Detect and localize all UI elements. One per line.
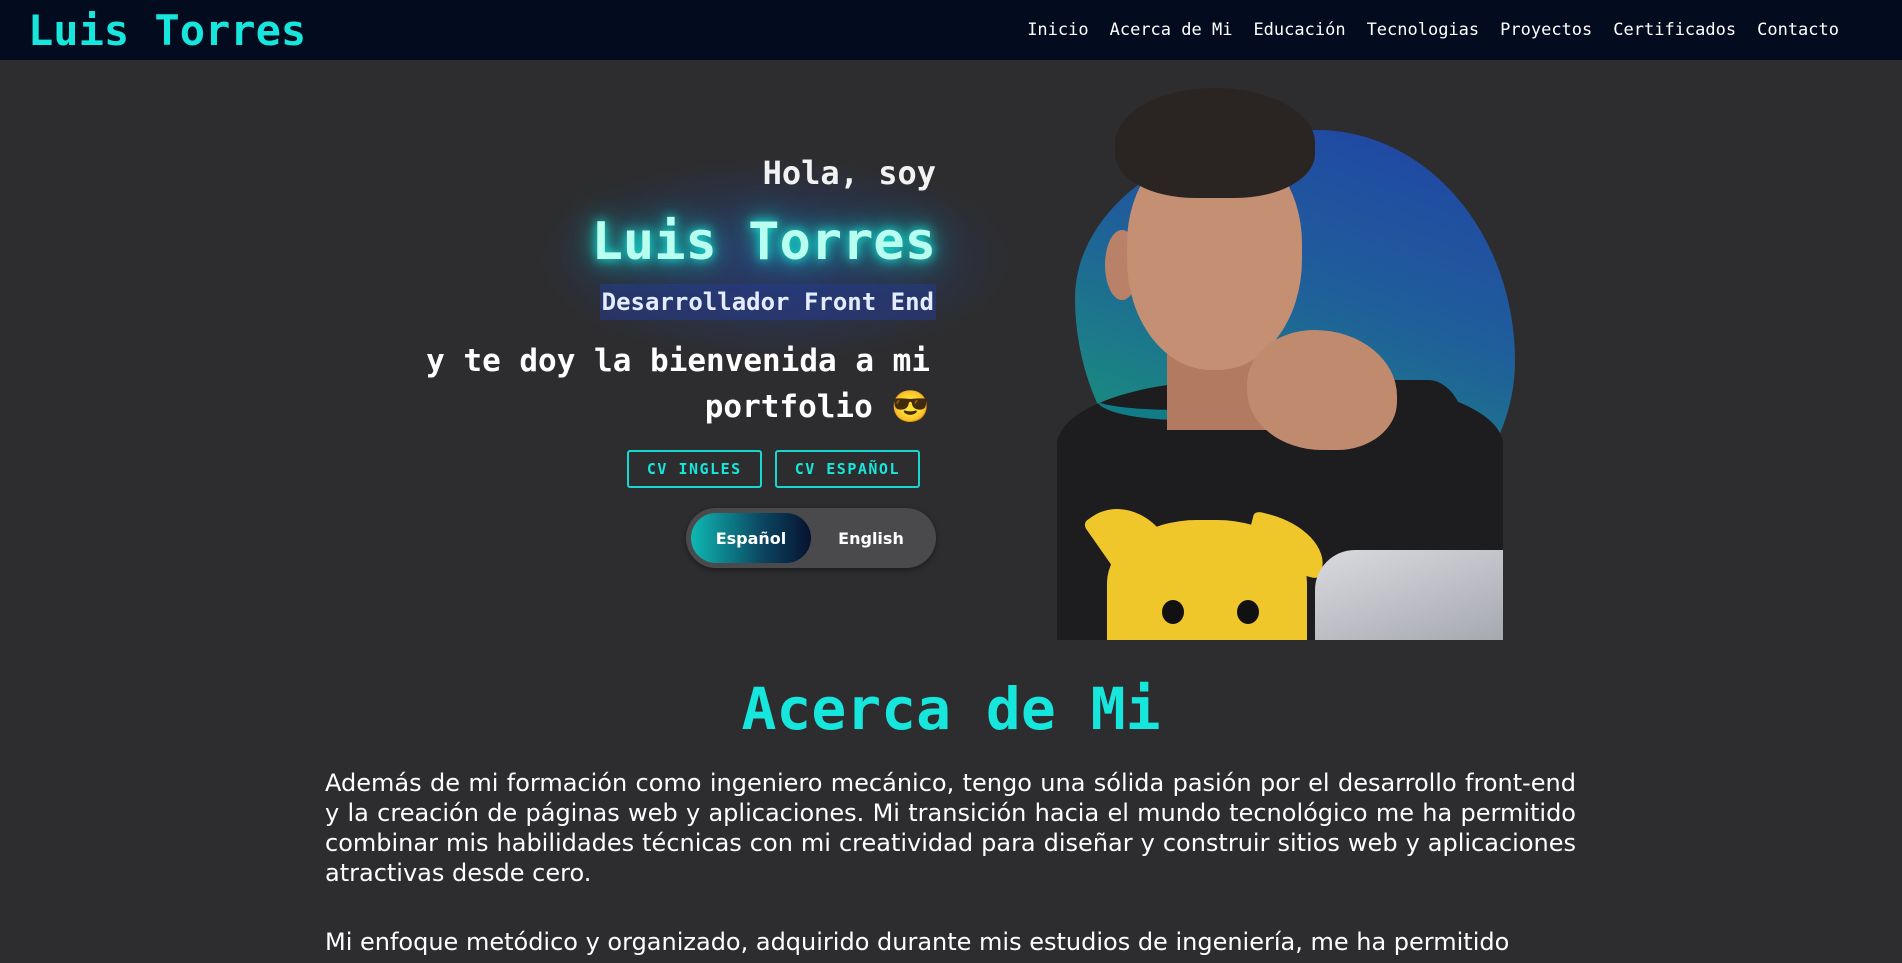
language-option-spanish[interactable]: Español: [691, 513, 811, 563]
nav-link-contacto[interactable]: Contacto: [1757, 20, 1839, 40]
welcome-line-1: y te doy la bienvenida a mi: [426, 343, 930, 379]
profile-photo: [1057, 80, 1503, 640]
about-paragraph-2: Mi enfoque metódico y organizado, adquir…: [325, 928, 1510, 956]
nav-links: Inicio Acerca de Mi Educación Tecnologia…: [1027, 20, 1839, 40]
pikachu-eye-right: [1237, 600, 1259, 624]
photo-hand: [1247, 330, 1397, 450]
welcome-line-2: portfolio 😎: [704, 389, 930, 425]
brand-logo[interactable]: Luis Torres: [28, 6, 306, 55]
language-toggle[interactable]: Español English: [686, 508, 936, 568]
nav-link-proyectos[interactable]: Proyectos: [1500, 20, 1592, 40]
hero-role: Desarrollador Front End: [599, 284, 936, 320]
nav-link-acerca[interactable]: Acerca de Mi: [1110, 20, 1233, 40]
hero-intro: Hola, soy Luis Torres Desarrollador Fron…: [400, 150, 936, 568]
about-paragraph-1: Además de mi formación como ingeniero me…: [325, 769, 1576, 887]
photo-hair: [1115, 88, 1315, 198]
hero-welcome: y te doy la bienvenida a mi portfolio 😎: [400, 338, 936, 430]
photo-laptop: [1315, 550, 1503, 640]
nav-link-tecnologias[interactable]: Tecnologias: [1367, 20, 1480, 40]
profile-photo-area: [1055, 80, 1520, 640]
about-section: Además de mi formación como ingeniero me…: [325, 768, 1576, 963]
hero-greeting: Hola, soy: [762, 154, 936, 192]
pikachu-eye-left: [1162, 600, 1184, 624]
navbar: Luis Torres Inicio Acerca de Mi Educació…: [0, 0, 1902, 60]
hero-name: Luis Torres: [591, 212, 936, 272]
nav-link-educacion[interactable]: Educación: [1253, 20, 1345, 40]
cv-spanish-button[interactable]: CV ESPAÑOL: [774, 450, 920, 488]
pikachu-print: [1107, 520, 1307, 640]
cv-buttons: CV INGLES CV ESPAÑOL: [400, 450, 936, 488]
about-title: Acerca de Mi: [741, 675, 1161, 743]
language-option-english[interactable]: English: [811, 513, 931, 563]
cv-english-button[interactable]: CV INGLES: [626, 450, 762, 488]
nav-link-inicio[interactable]: Inicio: [1027, 20, 1088, 40]
nav-link-certificados[interactable]: Certificados: [1613, 20, 1736, 40]
